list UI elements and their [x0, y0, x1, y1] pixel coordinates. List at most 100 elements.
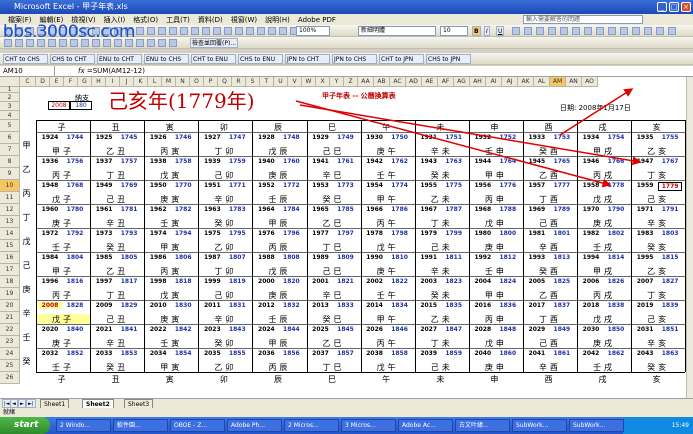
gregorian-year-cell[interactable]: 1946 — [579, 158, 603, 165]
gregorian-year-cell[interactable]: 1932 — [471, 134, 495, 141]
gregorian-year-cell[interactable]: 2042 — [579, 350, 603, 357]
base-year-cell[interactable]: 1840 — [63, 326, 87, 333]
base-year-cell[interactable]: 1845 — [334, 326, 358, 333]
base-year-cell[interactable]: 1826 — [604, 278, 628, 285]
column-header-Z[interactable]: Z — [344, 77, 358, 87]
gregorian-year-cell[interactable]: 1947 — [633, 158, 657, 165]
minimize-icon[interactable]: _ — [657, 2, 667, 12]
taskbar-item[interactable]: 軟件園... — [113, 419, 168, 432]
zoom-select[interactable]: 100% — [296, 26, 330, 36]
gregorian-year-cell[interactable]: 1993 — [525, 254, 549, 261]
gregorian-year-cell[interactable]: 1940 — [254, 158, 278, 165]
base-year-cell[interactable]: 1801 — [550, 230, 574, 237]
row-header-25[interactable]: 25 — [0, 360, 20, 372]
base-year-cell[interactable]: 1791 — [658, 206, 682, 213]
base-year-cell[interactable]: 1752 — [496, 134, 520, 141]
gregorian-year-cell[interactable]: 1952 — [254, 182, 278, 189]
gregorian-year-cell[interactable]: 1996 — [38, 278, 62, 285]
base-year-cell[interactable]: 1836 — [496, 302, 520, 309]
row-header-26[interactable]: 26 — [0, 372, 20, 384]
review-tool-icon[interactable] — [158, 39, 166, 47]
base-year-cell[interactable]: 1788 — [496, 206, 520, 213]
format-button-icon[interactable] — [632, 27, 640, 35]
gregorian-year-cell[interactable]: 1954 — [363, 182, 387, 189]
gregorian-year-cell[interactable]: 1957 — [525, 182, 549, 189]
gregorian-year-cell[interactable]: 2021 — [92, 326, 116, 333]
format-button-icon[interactable] — [620, 27, 628, 35]
gregorian-year-cell[interactable]: 2033 — [92, 350, 116, 357]
maximize-icon[interactable]: □ — [669, 2, 679, 12]
gregorian-year-cell[interactable]: 1997 — [92, 278, 116, 285]
base-year-cell[interactable]: 1862 — [604, 350, 628, 357]
base-year-cell[interactable]: 1789 — [550, 206, 574, 213]
base-year-cell[interactable]: 1784 — [279, 206, 303, 213]
convert-button-3[interactable]: ENU to CHS — [144, 54, 189, 64]
base-year-cell[interactable]: 1860 — [496, 350, 520, 357]
format-button-icon[interactable] — [596, 27, 604, 35]
column-header-D[interactable]: D — [36, 77, 50, 87]
base-year-cell[interactable]: 1846 — [388, 326, 412, 333]
base-year-cell[interactable]: 1759 — [225, 158, 249, 165]
base-year-cell[interactable]: 1815 — [658, 254, 682, 261]
format-button-icon[interactable] — [572, 27, 580, 35]
taskbar-item[interactable]: Adobe Ac... — [398, 419, 453, 432]
gregorian-year-cell[interactable]: 1978 — [363, 230, 387, 237]
toolbar-button-icon[interactable] — [224, 27, 232, 35]
column-header-AN[interactable]: AN — [566, 77, 582, 87]
toolbar-button-icon[interactable] — [158, 27, 166, 35]
base-year-cell[interactable]: 1829 — [117, 302, 141, 309]
gregorian-year-cell[interactable]: 2036 — [254, 350, 278, 357]
name-box[interactable]: AM10 — [0, 66, 55, 77]
gregorian-year-cell[interactable]: 2040 — [471, 350, 495, 357]
gregorian-year-cell[interactable]: 2012 — [254, 302, 278, 309]
gregorian-year-cell[interactable]: 1979 — [417, 230, 441, 237]
convert-button-2[interactable]: ENU to CHT — [97, 54, 142, 64]
base-year-cell[interactable]: 1824 — [496, 278, 520, 285]
base-year-cell[interactable]: 1747 — [225, 134, 249, 141]
gregorian-year-cell[interactable]: 1934 — [579, 134, 603, 141]
gregorian-year-cell[interactable]: 1944 — [471, 158, 495, 165]
gregorian-year-cell[interactable]: 1990 — [363, 254, 387, 261]
base-year-cell[interactable]: 1839 — [658, 302, 682, 309]
taskbar-item[interactable]: SubWork... — [569, 419, 624, 432]
gregorian-year-cell[interactable]: 2016 — [471, 302, 495, 309]
base-year-cell[interactable]: 1847 — [442, 326, 466, 333]
row-header-19[interactable]: 19 — [0, 288, 20, 300]
menu-item-8[interactable]: 說明(H) — [265, 16, 290, 24]
convert-button-9[interactable]: CHS to JPN — [426, 54, 471, 64]
row-header-10[interactable]: 10 — [0, 180, 20, 192]
gregorian-year-cell[interactable]: 2003 — [417, 278, 441, 285]
base-year-cell[interactable]: 1861 — [550, 350, 574, 357]
base-year-cell[interactable]: 1786 — [388, 206, 412, 213]
base-year-cell[interactable]: 1834 — [388, 302, 412, 309]
gregorian-year-cell[interactable]: 2029 — [525, 326, 549, 333]
gregorian-year-cell[interactable]: 1985 — [92, 254, 116, 261]
review-tool-icon[interactable] — [136, 39, 144, 47]
base-year-cell[interactable]: 1820 — [279, 278, 303, 285]
base-year-cell[interactable]: 1765 — [550, 158, 574, 165]
base-year-cell[interactable]: 1750 — [388, 134, 412, 141]
row-header-18[interactable]: 18 — [0, 276, 20, 288]
gregorian-year-cell[interactable]: 2014 — [363, 302, 387, 309]
toolbar-button-icon[interactable] — [202, 27, 210, 35]
row-header-5[interactable]: 5 — [0, 120, 20, 132]
gregorian-year-cell[interactable]: 2007 — [633, 278, 657, 285]
gregorian-year-cell[interactable]: 1937 — [92, 158, 116, 165]
base-year-cell[interactable]: 1852 — [63, 350, 87, 357]
base-year-cell[interactable]: 1833 — [334, 302, 358, 309]
gregorian-year-cell[interactable]: 1949 — [92, 182, 116, 189]
base-year-cell[interactable]: 1782 — [171, 206, 195, 213]
column-header-AC[interactable]: AC — [390, 77, 406, 87]
base-year-cell[interactable]: 1754 — [604, 134, 628, 141]
sheet-nav-3[interactable]: ►| — [26, 399, 36, 408]
menu-item-9[interactable]: Adobe PDF — [298, 16, 336, 24]
gregorian-year-cell[interactable]: 1948 — [38, 182, 62, 189]
base-year-cell[interactable]: 1857 — [334, 350, 358, 357]
gregorian-year-cell[interactable]: 1926 — [146, 134, 170, 141]
gregorian-year-cell[interactable]: 1991 — [417, 254, 441, 261]
base-year-cell[interactable]: 1835 — [442, 302, 466, 309]
gregorian-year-cell[interactable]: 2034 — [146, 350, 170, 357]
input-gz-cell[interactable]: 180 — [70, 101, 92, 110]
base-year-cell[interactable]: 1779 — [658, 182, 683, 191]
toolbar-button-icon[interactable] — [213, 27, 221, 35]
